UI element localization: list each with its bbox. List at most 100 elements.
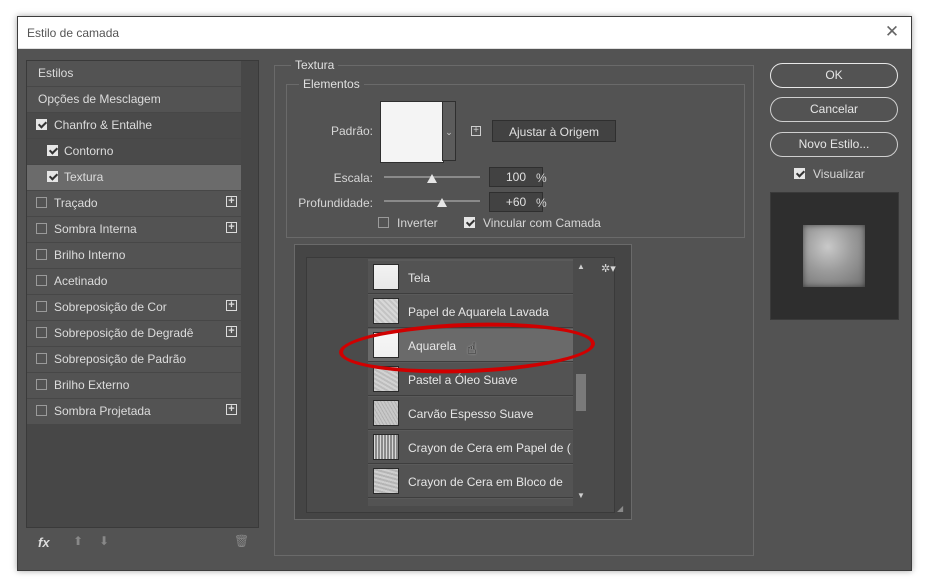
- resize-grip-icon[interactable]: ◢: [617, 504, 623, 513]
- sidebar-checkbox-chanfro-entalhe[interactable]: [36, 119, 47, 130]
- invert-label: Inverter: [397, 216, 438, 230]
- link-with-layer-label: Vincular com Camada: [483, 216, 601, 230]
- pattern-name: Papel de Aquarela Lavada: [408, 305, 549, 319]
- depth-label: Profundidade:: [298, 196, 373, 210]
- sidebar-item-brilho-externo[interactable]: Brilho Externo: [27, 373, 241, 399]
- pattern-name: Tela: [408, 271, 431, 285]
- scale-unit: %: [536, 171, 547, 185]
- move-up-icon[interactable]: ⬆: [73, 534, 83, 548]
- pattern-name: Crayon de Cera em Papel de (: [408, 441, 571, 455]
- add-effect-icon[interactable]: +: [226, 326, 237, 337]
- elements-group: [286, 84, 745, 238]
- styles-footer: fx ⬆ ⬇ 🗑: [26, 531, 257, 555]
- hand-cursor-icon: ☝: [467, 341, 477, 358]
- link-with-layer-checkbox[interactable]: [464, 217, 475, 228]
- sidebar-item-label: Acetinado: [54, 274, 108, 288]
- scroll-up-icon[interactable]: ▲: [577, 262, 585, 271]
- sidebar-item-brilho-interno[interactable]: Brilho Interno: [27, 243, 241, 269]
- sidebar-item-label: Sobreposição de Degradê: [54, 326, 194, 340]
- sidebar-item-sombra-interna[interactable]: Sombra Interna +: [27, 217, 241, 243]
- scrollbar-thumb[interactable]: [576, 374, 586, 411]
- dialog-title: Estilo de camada: [27, 26, 120, 40]
- sidebar-item-tracado[interactable]: Traçado +: [27, 191, 241, 217]
- sidebar-item-sobreposicao-de-cor[interactable]: Sobreposição de Cor +: [27, 295, 241, 321]
- elements-group-title: Elementos: [299, 77, 364, 91]
- styles-list-panel: Estilos Opções de Mesclagem Chanfro & Enta…: [26, 60, 259, 528]
- sidebar-checkbox-sobreposicao-de-padrao[interactable]: [36, 353, 47, 364]
- snap-to-origin-button[interactable]: Ajustar à Origem: [492, 120, 616, 142]
- sidebar-item-label: Brilho Interno: [54, 248, 126, 262]
- pattern-thumbnail: [373, 468, 399, 494]
- pattern-list-item[interactable]: Crayon de Cera em Papel de (: [368, 431, 574, 464]
- pattern-name: Crayon de Cera em Bloco de: [408, 475, 563, 489]
- pattern-list-item[interactable]: Carvão Espesso Suave: [368, 397, 574, 430]
- sidebar-item-label: Brilho Externo: [54, 378, 130, 392]
- sidebar-item-chanfro-entalhe[interactable]: Chanfro & Entalhe: [27, 113, 241, 139]
- sidebar-item-label: Sobreposição de Padrão: [54, 352, 187, 366]
- sidebar-checkbox-brilho-interno[interactable]: [36, 249, 47, 260]
- sidebar-item-sobreposicao-de-degrade[interactable]: Sobreposição de Degradê +: [27, 321, 241, 347]
- ok-button[interactable]: OK: [770, 63, 898, 88]
- scroll-down-icon[interactable]: ▼: [577, 491, 585, 500]
- sidebar-checkbox-sombra-projetada[interactable]: [36, 405, 47, 416]
- move-down-icon[interactable]: ⬇: [99, 534, 109, 548]
- pattern-name: Pastel a Óleo Suave: [408, 373, 518, 387]
- pattern-list-item[interactable]: Crayon de Cera em Bloco de: [368, 465, 574, 498]
- cancel-button[interactable]: Cancelar: [770, 97, 898, 122]
- new-style-button[interactable]: Novo Estilo...: [770, 132, 898, 157]
- sidebar-item-label: Opções de Mesclagem: [38, 92, 161, 106]
- pattern-thumbnail: [373, 434, 399, 460]
- pattern-thumbnail: [373, 298, 399, 324]
- new-preset-icon[interactable]: +: [471, 126, 481, 136]
- sidebar-item-acetinado[interactable]: Acetinado: [27, 269, 241, 295]
- add-effect-icon[interactable]: +: [226, 222, 237, 233]
- pattern-dropdown-arrow[interactable]: ⌄: [442, 101, 456, 161]
- scale-slider-thumb[interactable]: [427, 174, 437, 183]
- invert-checkbox[interactable]: [378, 217, 389, 228]
- depth-input[interactable]: +60: [489, 192, 543, 212]
- depth-slider-thumb[interactable]: [436, 198, 447, 207]
- trash-icon[interactable]: 🗑: [234, 534, 249, 548]
- close-icon[interactable]: ✕: [881, 21, 903, 43]
- sidebar-item-textura[interactable]: Textura: [27, 165, 241, 191]
- texture-group-title: Textura: [291, 58, 339, 72]
- sidebar-checkbox-textura[interactable]: [47, 171, 58, 182]
- fx-icon[interactable]: fx: [38, 535, 50, 550]
- pattern-thumbnail: [373, 264, 399, 290]
- pattern-thumbnail: [373, 400, 399, 426]
- preview-checkbox[interactable]: [794, 168, 805, 179]
- add-effect-icon[interactable]: +: [226, 404, 237, 415]
- title-bar: Estilo de camada ✕: [18, 17, 911, 49]
- sidebar-item-label: Estilos: [38, 66, 74, 80]
- pattern-swatch[interactable]: [380, 101, 444, 163]
- sidebar-checkbox-sobreposicao-de-cor[interactable]: [36, 301, 47, 312]
- sidebar-checkbox-sombra-interna[interactable]: [36, 223, 47, 234]
- sidebar-item-sombra-projetada[interactable]: Sombra Projetada +: [27, 399, 241, 425]
- sidebar-item-label: Traçado: [54, 196, 98, 210]
- sidebar-item-label: Contorno: [64, 144, 114, 158]
- gear-icon[interactable]: ✲▾: [601, 262, 616, 275]
- pattern-label: Padrão:: [330, 124, 373, 138]
- add-effect-icon[interactable]: +: [226, 196, 237, 207]
- sidebar-checkbox-acetinado[interactable]: [36, 275, 47, 286]
- scale-label: Escala:: [333, 171, 373, 185]
- pattern-list-item[interactable]: Tela: [368, 261, 574, 294]
- scale-input[interactable]: 100: [489, 167, 543, 187]
- sidebar-checkbox-tracado[interactable]: [36, 197, 47, 208]
- sidebar-item-estilos[interactable]: Estilos: [27, 61, 241, 87]
- sidebar-item-sobreposicao-de-padrao[interactable]: Sobreposição de Padrão: [27, 347, 241, 373]
- depth-unit: %: [536, 196, 547, 210]
- sidebar-checkbox-brilho-externo[interactable]: [36, 379, 47, 390]
- sidebar-checkbox-sobreposicao-de-degrade[interactable]: [36, 327, 47, 338]
- depth-slider-track[interactable]: [384, 200, 480, 202]
- sidebar-checkbox-contorno[interactable]: [47, 145, 58, 156]
- pattern-name: Carvão Espesso Suave: [408, 407, 534, 421]
- sidebar-item-label: Sombra Projetada: [54, 404, 151, 418]
- sidebar-item-label: Chanfro & Entalhe: [54, 118, 153, 132]
- sidebar-item-opcoes-de-mesclagem[interactable]: Opções de Mesclagem: [27, 87, 241, 113]
- preview-swatch: [803, 225, 865, 287]
- add-effect-icon[interactable]: +: [226, 300, 237, 311]
- preview-label: Visualizar: [813, 167, 865, 181]
- sidebar-item-contorno[interactable]: Contorno: [27, 139, 241, 165]
- pattern-list-item-partial[interactable]: [368, 499, 574, 506]
